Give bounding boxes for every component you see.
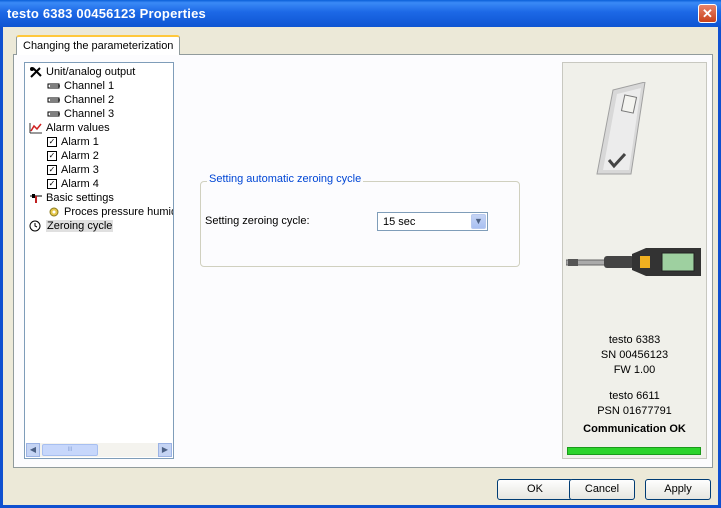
sliders-icon [29,192,43,204]
checkbox-icon: ✓ [47,137,57,148]
checkbox-icon: ✓ [47,151,57,162]
alarm-chart-icon [29,122,43,134]
tab-changing-parameterization[interactable]: Changing the parameterization [16,35,181,55]
tree-item-unit-analog-output[interactable]: Unit/analog output [29,65,135,79]
settings-tree[interactable]: Unit/analog output Channel 1 Channel 2 C… [24,62,174,459]
device-name: testo 6383 [608,334,661,346]
scroll-right-icon[interactable]: ▶ [158,443,172,457]
tree-item-channel-1[interactable]: Channel 1 [47,79,114,93]
window-title: testo 6383 00456123 Properties [7,6,206,21]
probe-serial: PSN 01677791 [597,405,672,417]
chevron-down-icon[interactable]: ▼ [471,214,486,229]
channel-icon [47,94,61,106]
communication-status: Communication OK [583,423,686,435]
cancel-button[interactable]: Cancel [569,479,635,500]
device-firmware: FW 1.00 [613,364,656,376]
zeroing-cycle-label: Setting zeroing cycle: [205,215,310,227]
channel-icon [47,80,61,92]
checkbox-icon: ✓ [47,165,57,176]
title-bar: testo 6383 00456123 Properties ✕ [0,0,721,27]
tree-item-alarm-4[interactable]: ✓ Alarm 4 [47,177,99,191]
tree-item-alarm-1[interactable]: ✓ Alarm 1 [47,135,99,149]
tree-item-channel-3[interactable]: Channel 3 [47,107,114,121]
tree-item-channel-2[interactable]: Channel 2 [47,93,114,107]
scroll-left-icon[interactable]: ◀ [26,443,40,457]
tree-item-alarm-3[interactable]: ✓ Alarm 3 [47,163,99,177]
apply-button[interactable]: Apply [645,479,711,500]
gear-icon [47,206,61,218]
tree-item-alarm-values[interactable]: Alarm values [29,121,110,135]
channel-icon [47,108,61,120]
tree-item-alarm-2[interactable]: ✓ Alarm 2 [47,149,99,163]
device-serial: SN 00456123 [600,349,669,361]
tree-item-basic-settings[interactable]: Basic settings [29,191,114,205]
checkbox-icon: ✓ [47,179,57,190]
tree-item-zeroing-cycle[interactable]: Zeroing cycle [29,219,114,233]
close-button[interactable]: ✕ [698,4,717,23]
zeroing-group-title: Setting automatic zeroing cycle [207,173,364,185]
clock-icon [29,220,43,232]
tree-horizontal-scrollbar[interactable]: ◀ III ▶ [26,443,172,457]
ok-button[interactable]: OK [497,479,573,500]
communication-progress-bar [567,447,701,455]
transmitter-image [596,82,646,175]
tools-icon [29,66,43,78]
probe-name: testo 6611 [609,390,660,402]
scroll-thumb[interactable]: III [42,444,98,456]
zeroing-cycle-select[interactable]: 15 sec ▼ [377,212,488,231]
probe-image [566,248,701,276]
zeroing-cycle-value: 15 sec [383,216,416,228]
tree-item-proces-pressure-humidity[interactable]: Proces pressure humidity [47,205,173,219]
